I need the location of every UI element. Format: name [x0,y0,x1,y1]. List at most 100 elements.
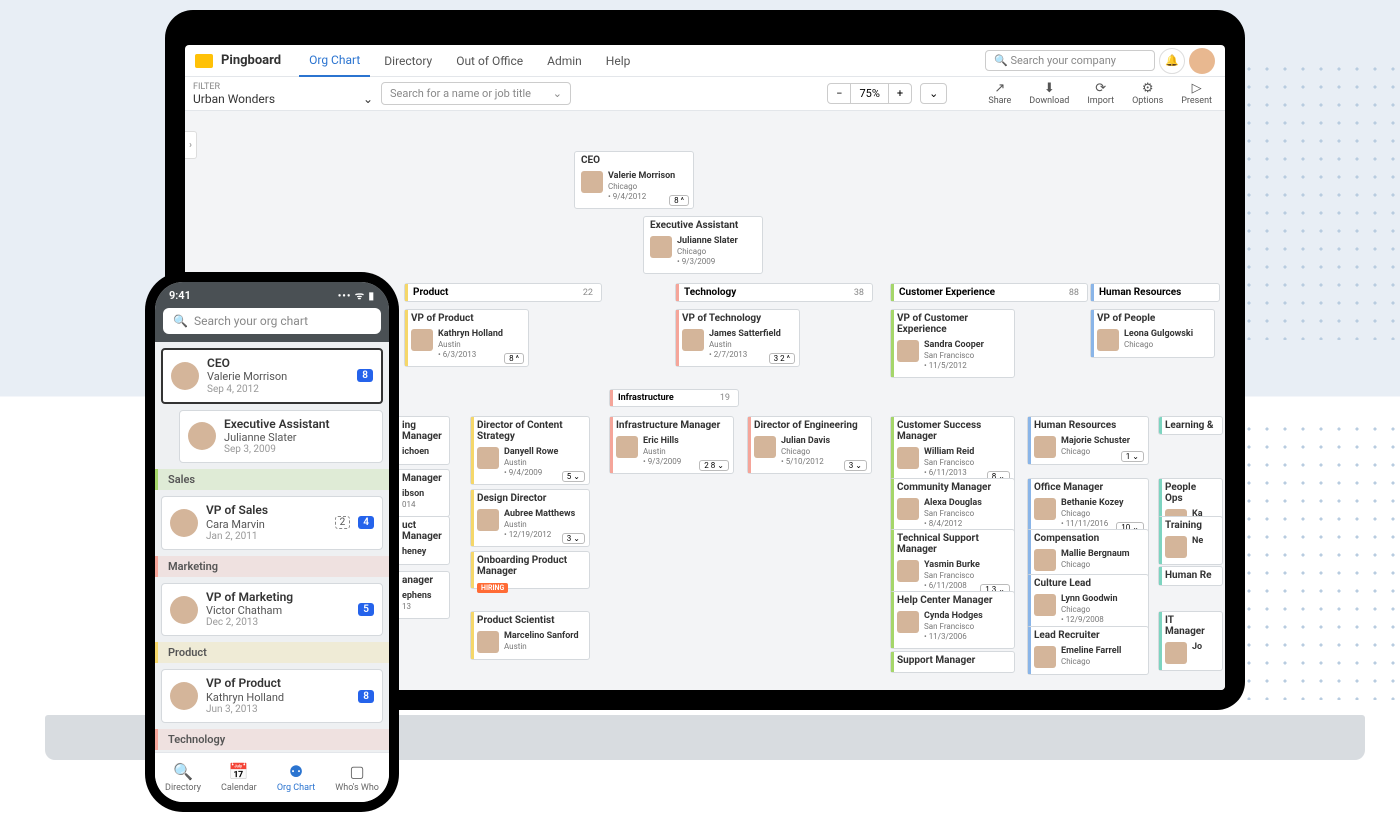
avatar [477,631,499,653]
sidebar-expand-tab[interactable]: › [185,131,197,159]
count-badge[interactable]: 3 2 ^ [769,353,795,364]
node-vp-product[interactable]: VP of ProductKathryn HollandAustin• 6/3/… [404,309,529,367]
avatar [477,509,499,531]
tab-directory[interactable]: 🔍Directory [165,762,201,793]
node-human-re[interactable]: Human Re [1158,566,1223,586]
nav-admin[interactable]: Admin [537,46,592,76]
node-content-strategy[interactable]: Director of Content StrategyDanyell Rowe… [470,416,590,485]
options-icon: ⚙ [1142,81,1154,96]
count-badge[interactable]: 8 ^ [504,353,524,364]
node-partial[interactable]: Manageribson014 [395,469,450,517]
phone-org-item[interactable]: VP of ProductKathryn HollandJun 3, 20138 [161,669,383,723]
phone-tab-bar: 🔍Directory 📅Calendar ⚉Org Chart ▢Who's W… [155,752,389,802]
notifications-icon[interactable]: 🔔 [1159,48,1185,74]
calendar-icon: 📅 [229,762,249,781]
download-button[interactable]: ⬇Download [1024,81,1074,106]
node-vp-cx[interactable]: VP of Customer ExperienceSandra CooperSa… [890,309,1015,378]
avatar [754,436,776,458]
node-hr[interactable]: Human ResourcesMajorie SchusterChicago1 … [1027,416,1149,465]
node-tech-support-manager[interactable]: Technical Support ManagerYasmin BurkeSan… [890,529,1015,598]
node-ceo[interactable]: CEO Valerie MorrisonChicago• 9/4/2012 8 … [574,151,694,209]
zoom-control: − 75% + [827,83,912,104]
node-executive-assistant[interactable]: Executive Assistant Julianne SlaterChica… [643,216,763,274]
node-help-center-manager[interactable]: Help Center ManagerCynda HodgesSan Franc… [890,591,1015,649]
dept-technology[interactable]: Technology38 [675,283,873,302]
zoom-in-button[interactable]: + [889,84,911,103]
node-compensation[interactable]: CompensationMallie BergnaumChicago [1027,529,1149,578]
hiring-badge: HIRING [477,583,508,593]
avatar [170,682,198,710]
toolbar: FILTER Urban Wonders⌄ Search for a name … [185,77,1225,111]
import-icon: ⟳ [1095,81,1106,96]
dept-cx[interactable]: Customer Experience88 [890,283,1088,302]
avatar [897,498,919,520]
share-button[interactable]: ↗Share [983,81,1016,106]
phone-org-item[interactable]: VP of MarketingVictor ChathamDec 2, 2013… [161,583,383,637]
avatar [1165,536,1187,558]
name-search-input[interactable]: Search for a name or job title ⌄ [381,82,571,105]
node-dir-engineering[interactable]: Director of EngineeringJulian DavisChica… [747,416,872,474]
avatar [188,422,216,450]
filter-dropdown[interactable]: FILTER Urban Wonders⌄ [193,82,373,106]
phone-dept-header: Product [155,642,389,663]
avatar [897,340,919,362]
nav-out-of-office[interactable]: Out of Office [446,46,533,76]
node-design-director[interactable]: Design DirectorAubree MatthewsAustin• 12… [470,489,590,547]
tab-whos-who[interactable]: ▢Who's Who [335,762,379,793]
node-training[interactable]: TrainingNe [1158,516,1223,565]
node-it-manager[interactable]: IT ManagerJo [1158,611,1223,671]
phone-org-item[interactable]: CEOValerie MorrisonSep 4, 20128 [161,348,383,404]
nav-help[interactable]: Help [596,46,641,76]
node-cs-manager[interactable]: Customer Success ManagerWilliam ReidSan … [890,416,1015,485]
node-community-manager[interactable]: Community ManagerAlexa DouglasSan Franci… [890,478,1015,536]
search-company-input[interactable]: 🔍 Search your company [985,50,1155,71]
count-badge: 8 [358,690,374,703]
nav-directory[interactable]: Directory [374,46,442,76]
node-office-manager[interactable]: Office ManagerBethanie KozeyChicago• 11/… [1027,478,1149,536]
phone-org-item[interactable]: VP of SalesCara MarvinJan 2, 201124 [161,496,383,550]
user-avatar[interactable] [1189,48,1215,74]
node-partial[interactable]: ing Managerichoen [395,416,450,465]
node-learning[interactable]: Learning & [1158,416,1223,435]
avatar [682,329,704,351]
avatar [1034,436,1056,458]
import-button[interactable]: ⟳Import [1082,81,1119,106]
phone-status-bar: 9:41 ••• ᯤ ▮ [155,282,389,308]
node-product-scientist[interactable]: Product ScientistMarcelino SanfordAustin [470,611,590,660]
count-badge[interactable]: 8 ^ [669,195,689,206]
avatar [581,171,603,193]
tab-org-chart[interactable]: ⚉Org Chart [277,762,315,793]
chevron-down-icon: ⌄ [553,87,562,100]
sub-infrastructure[interactable]: Infrastructure19 [609,389,739,407]
present-button[interactable]: ▷Present [1176,81,1217,106]
node-vp-technology[interactable]: VP of TechnologyJames SatterfieldAustin•… [675,309,800,367]
expand-button[interactable]: ⌄ [921,84,946,103]
brand-name: Pingboard [221,53,281,68]
phone-org-item[interactable]: Executive AssistantJulianne SlaterSep 3,… [179,410,383,464]
options-button[interactable]: ⚙Options [1127,81,1168,106]
node-culture-lead[interactable]: Culture LeadLynn GoodwinChicago• 12/9/20… [1027,574,1149,632]
avatar [897,447,919,469]
dept-product[interactable]: Product22 [404,283,602,302]
tab-calendar[interactable]: 📅Calendar [221,762,257,793]
phone-mockup: 9:41 ••• ᯤ ▮ 🔍 Search your org chart CEO… [145,272,399,812]
avatar [897,560,919,582]
nav-org-chart[interactable]: Org Chart [299,45,370,77]
node-infra-manager[interactable]: Infrastructure ManagerEric HillsAustin• … [609,416,734,474]
node-partial[interactable]: anagerephens13 [395,571,450,619]
logo-icon [195,54,213,68]
node-partial[interactable]: uct Managerheney [395,516,450,565]
avatar [170,509,198,537]
node-lead-recruiter[interactable]: Lead RecruiterEmeline FarrellChicago [1027,626,1149,675]
count-outline: 2 [335,516,351,529]
zoom-out-button[interactable]: − [828,84,851,103]
node-support-manager[interactable]: Support Manager [890,651,1015,673]
node-vp-people[interactable]: VP of PeopleLeona GulgowskiChicago [1090,309,1215,358]
phone-search-input[interactable]: 🔍 Search your org chart [163,308,381,334]
phone-org-list[interactable]: CEOValerie MorrisonSep 4, 20128 Executive… [155,342,389,752]
node-onboarding-pm[interactable]: Onboarding Product ManagerHIRING [470,551,590,589]
dept-hr[interactable]: Human Resources [1090,283,1220,302]
avatar [1034,498,1056,520]
search-icon: 🔍 [173,314,188,328]
whos-who-icon: ▢ [350,762,365,781]
